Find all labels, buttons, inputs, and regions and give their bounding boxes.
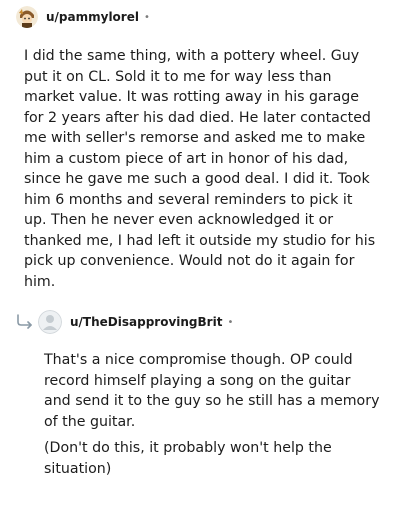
comment-body: That's a nice compromise though. OP coul…	[44, 352, 380, 430]
username-link[interactable]: u/pammylorel	[46, 10, 139, 24]
user-avatar[interactable]	[38, 310, 62, 334]
comment-body: I did the same thing, with a pottery whe…	[24, 48, 376, 290]
user-avatar[interactable]	[16, 6, 38, 28]
comment-header: u/pammylorel •	[16, 6, 150, 28]
separator-dot: •	[143, 11, 150, 23]
username-link[interactable]: u/TheDisapprovingBrit	[70, 315, 222, 329]
comment-header: u/TheDisapprovingBrit •	[38, 310, 233, 334]
comment-body: (Don't do this, it probably won't help t…	[44, 440, 332, 477]
reply-arrow-icon	[17, 314, 32, 329]
separator-dot: •	[227, 316, 234, 328]
